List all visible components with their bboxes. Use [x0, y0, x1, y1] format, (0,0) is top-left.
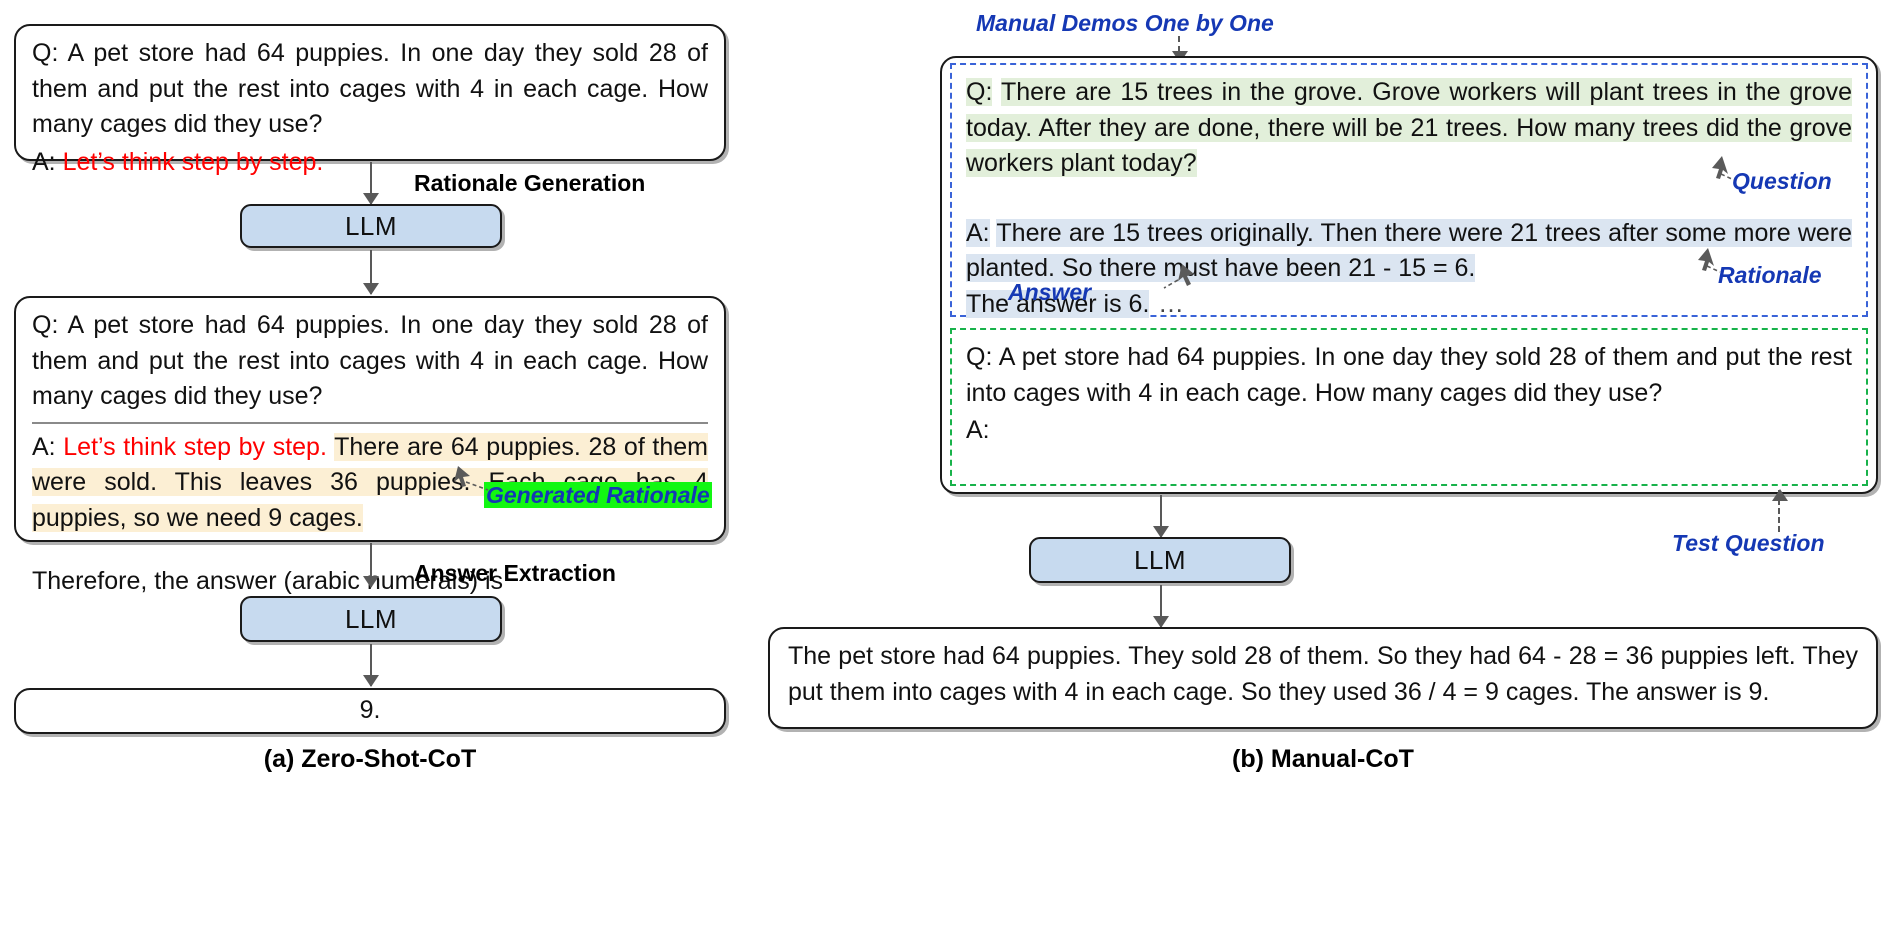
llm-label: LLM	[344, 210, 398, 241]
question-prefix: Q:	[32, 39, 59, 67]
panel-b-test-answer-prefix: A:	[966, 413, 1852, 449]
panel-a-output-text: 9.	[359, 696, 381, 725]
arrow-test-question-leader	[1778, 490, 1780, 532]
question-text: A pet store had 64 puppies. In one day t…	[32, 39, 708, 138]
answer-prefix: A:	[32, 147, 56, 176]
panel-a-prompt-box-1: Q: A pet store had 64 puppies. In one da…	[14, 24, 726, 176]
demo-question-callout-label: Question	[1732, 168, 1832, 194]
test-question-callout-label: Test Question	[1672, 530, 1825, 556]
arrow-llm-to-output	[1160, 585, 1162, 627]
panel-b-caption: (b) Manual-CoT	[1232, 745, 1414, 773]
demo-ellipsis: …	[1158, 288, 1187, 318]
arrow-llm2-to-output	[370, 644, 372, 686]
demo-rationale-callout-label: Rationale	[1718, 262, 1822, 288]
question-prefix: Q:	[32, 311, 59, 339]
panel-b-output-text: The pet store had 64 puppies. They sold …	[788, 642, 1858, 706]
cot-trigger-text: Let’s think step by step.	[63, 432, 327, 461]
cot-trigger-text: Let’s think step by step.	[62, 147, 324, 176]
manual-demos-label: Manual Demos One by One	[976, 10, 1274, 36]
answer-prefix: A:	[32, 432, 56, 461]
answer-extraction-label: Answer Extraction	[414, 560, 616, 586]
panel-a-llm-1: LLM	[240, 204, 502, 248]
arrow-prompt-to-llm	[1160, 495, 1162, 537]
demo-answer-callout-label: Answer	[1008, 279, 1092, 305]
panel-b-test-block: Q: A pet store had 64 puppies. In one da…	[950, 328, 1868, 486]
question-prefix: Q:	[966, 78, 993, 106]
generated-rationale-pointer-icon	[454, 466, 489, 491]
prompt-divider	[32, 421, 708, 424]
panel-a-box2-question: Q: A pet store had 64 puppies. In one da…	[32, 308, 708, 415]
question-prefix: Q:	[966, 343, 993, 371]
panel-a-llm-2: LLM	[240, 596, 502, 642]
answer-prefix: A:	[966, 218, 990, 247]
generated-rationale-callout: Generated Rationale	[484, 482, 712, 509]
generated-rationale-callout-label: Generated Rationale	[484, 482, 712, 508]
llm-label: LLM	[344, 603, 398, 634]
panel-b-demo-answer-line: The answer is 6.	[966, 287, 1852, 323]
llm-label: LLM	[1133, 544, 1187, 575]
demo-question-pointer-icon	[1712, 156, 1735, 181]
figure-root: Q: A pet store had 64 puppies. In one da…	[0, 0, 1895, 950]
rationale-generation-label: Rationale Generation	[414, 170, 646, 196]
panel-a-caption: (a) Zero-Shot-CoT	[263, 745, 477, 773]
arrow-box1-to-llm1	[370, 162, 372, 204]
panel-b-test-question: Q: A pet store had 64 puppies. In one da…	[966, 340, 1852, 411]
question-text: A pet store had 64 puppies. In one day t…	[32, 311, 708, 410]
arrow-llm1-to-box2	[370, 250, 372, 294]
question-text: A pet store had 64 puppies. In one day t…	[966, 343, 1853, 407]
arrow-box2-to-llm2	[370, 543, 372, 587]
panel-b-llm: LLM	[1029, 537, 1291, 583]
answer-prefix: A:	[966, 416, 990, 444]
panel-a-output-box: 9.	[14, 688, 726, 734]
demo-rationale-pointer-icon	[1698, 248, 1721, 273]
panel-b-output-box: The pet store had 64 puppies. They sold …	[768, 627, 1878, 729]
panel-a-box1-question: Q: A pet store had 64 puppies. In one da…	[32, 36, 708, 143]
